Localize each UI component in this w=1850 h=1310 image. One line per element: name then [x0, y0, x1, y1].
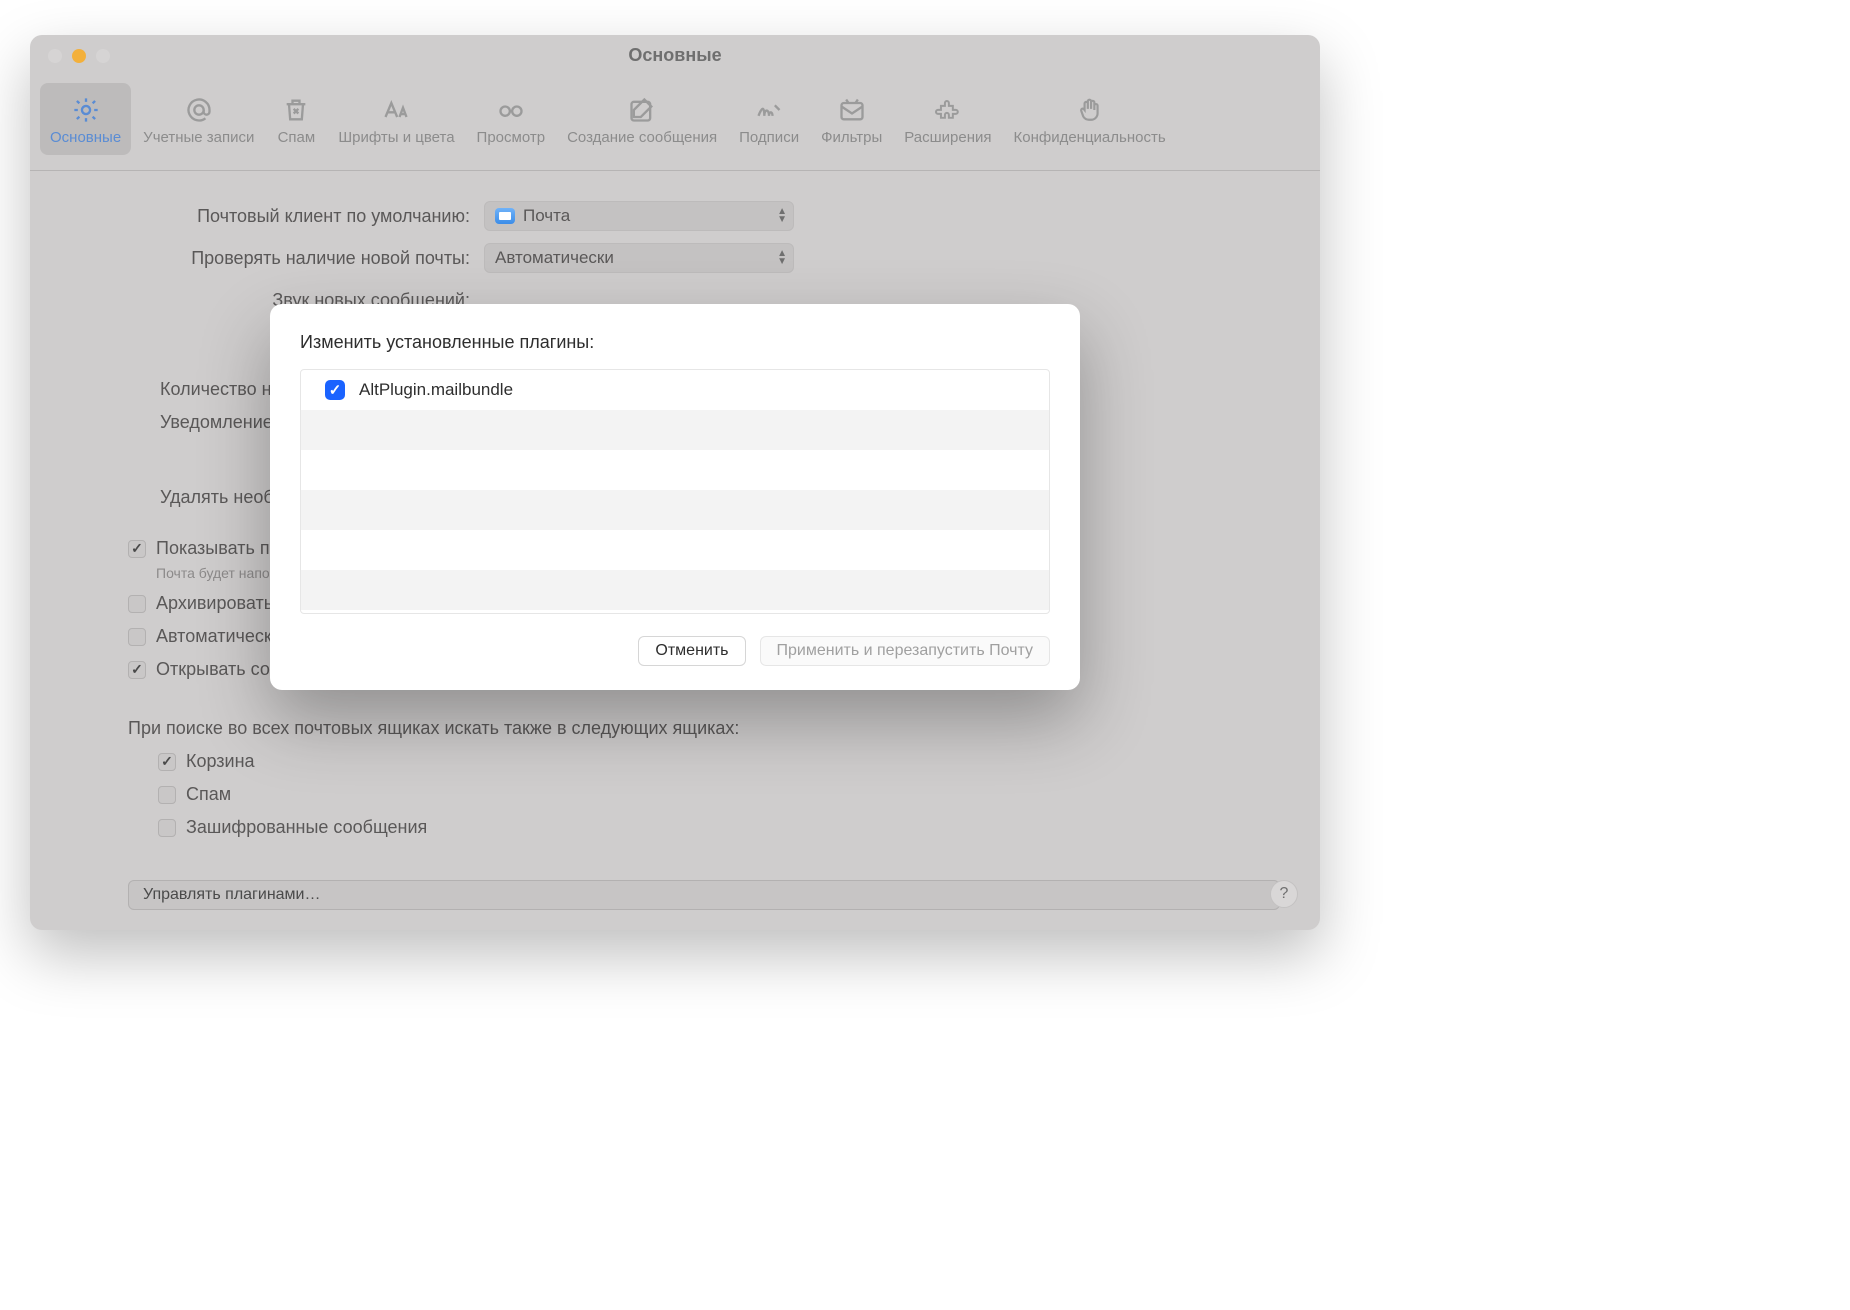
apply-restart-button[interactable]: Применить и перезапустить Почту: [760, 636, 1051, 666]
cancel-button[interactable]: Отменить: [638, 636, 745, 666]
plugin-row-empty: [301, 570, 1049, 610]
apply-label: Применить и перезапустить Почту: [777, 642, 1034, 660]
sheet-title: Изменить установленные плагины:: [300, 332, 1050, 353]
plugin-row-empty: [301, 410, 1049, 450]
plugins-sheet: Изменить установленные плагины: AltPlugi…: [270, 304, 1080, 690]
sheet-buttons: Отменить Применить и перезапустить Почту: [300, 636, 1050, 666]
plugin-list: AltPlugin.mailbundle: [300, 369, 1050, 614]
plugin-name: AltPlugin.mailbundle: [359, 380, 513, 400]
preferences-window: Основные Основные Учетные записи Спам Шр…: [30, 35, 1320, 930]
plugin-row-empty: [301, 490, 1049, 530]
cancel-label: Отменить: [655, 642, 728, 660]
plugin-row-empty: [301, 530, 1049, 570]
plugin-checkbox[interactable]: [325, 380, 345, 400]
plugin-row-empty: [301, 450, 1049, 490]
plugin-row[interactable]: AltPlugin.mailbundle: [301, 370, 1049, 410]
